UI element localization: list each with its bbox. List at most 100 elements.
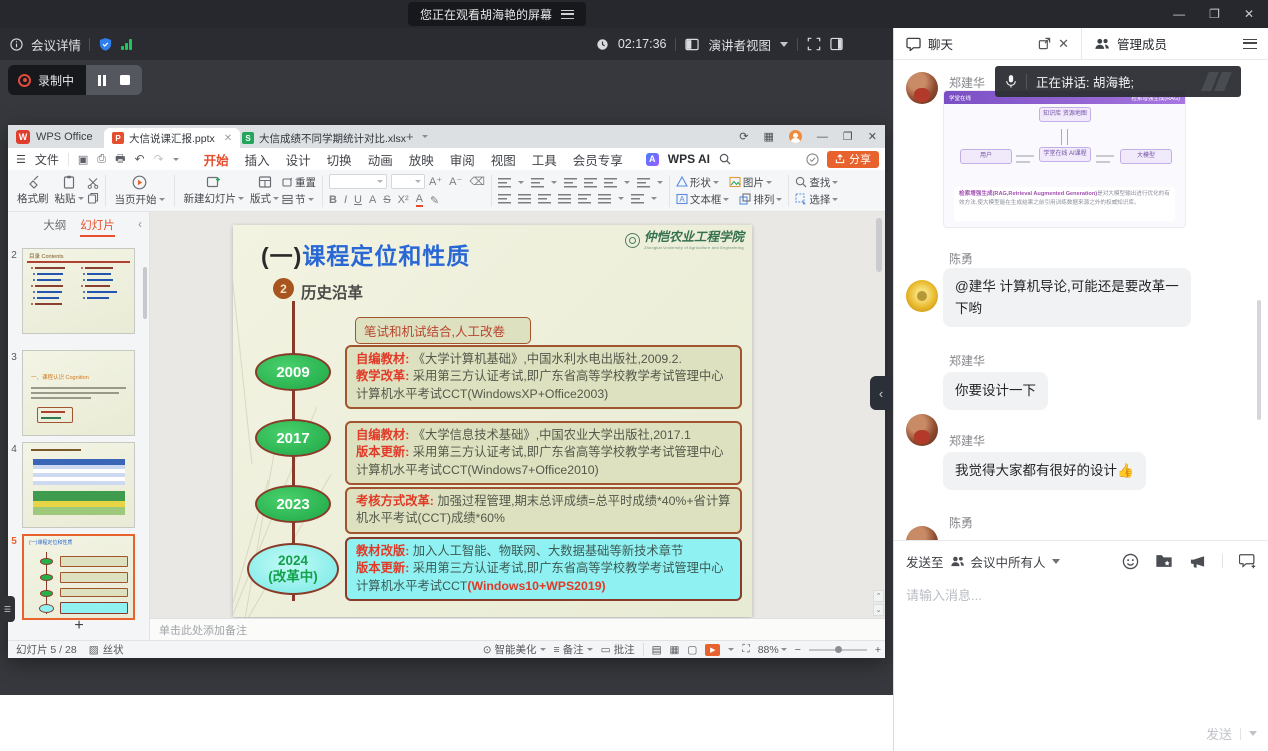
ribbon-tab-slideshow[interactable]: 放映 — [409, 150, 434, 169]
tab-spreadsheet[interactable]: S 大信成绩不同学期统计对比.xlsx — [234, 128, 414, 148]
font-family-select[interactable] — [329, 174, 387, 189]
format-painter-button[interactable]: 格式刷 — [14, 175, 52, 206]
align-left-icon[interactable] — [498, 193, 511, 204]
ribbon-tab-member[interactable]: 会员专享 — [573, 150, 623, 169]
picture-button[interactable]: 图片 — [729, 175, 772, 190]
bullet-list-icon[interactable] — [498, 177, 511, 188]
panel-scrollbar[interactable] — [143, 267, 147, 319]
comments-button[interactable]: ▭批注 — [601, 642, 635, 657]
redo-icon[interactable]: ↷ — [154, 152, 164, 166]
wps-minimize-button[interactable]: — — [817, 131, 828, 143]
emoji-icon[interactable] — [1122, 553, 1139, 570]
ribbon-tab-design[interactable]: 设计 — [286, 150, 311, 169]
chevron-down-icon[interactable] — [780, 42, 788, 47]
play-from-current-button[interactable]: 当页开始 — [112, 175, 168, 207]
shadow-icon[interactable]: A — [369, 194, 376, 206]
search-icon[interactable] — [719, 153, 731, 165]
file-folder-icon[interactable] — [1155, 553, 1173, 569]
reset-button[interactable]: 重置 — [282, 175, 316, 190]
quickbar-chevron[interactable] — [173, 158, 179, 161]
edit-scrollbar[interactable] — [876, 218, 882, 272]
new-slide-button[interactable]: 新建幻灯片 — [181, 175, 248, 206]
workspace-icon[interactable]: ▦ — [764, 130, 774, 143]
align-right-icon[interactable] — [538, 193, 551, 204]
columns-icon[interactable] — [598, 193, 611, 204]
popout-icon[interactable] — [1038, 37, 1051, 50]
highlight-icon[interactable]: ✎ — [430, 194, 439, 207]
ribbon-tab-insert[interactable]: 插入 — [245, 150, 270, 169]
distribute-icon[interactable] — [578, 193, 591, 204]
font-color-icon[interactable]: A — [416, 193, 423, 207]
ribbon-tab-review[interactable]: 审阅 — [450, 150, 475, 169]
chevron-down-icon[interactable] — [1052, 559, 1060, 564]
meeting-details-link[interactable]: 会议详情 — [31, 35, 81, 54]
sync-icon[interactable]: ⟳ — [739, 130, 748, 143]
zoom-out-button[interactable]: − — [795, 644, 801, 656]
shapes-button[interactable]: 形状 — [676, 175, 719, 190]
send-options-chevron[interactable] — [1249, 731, 1257, 736]
fit-window-icon[interactable]: ⛶ — [742, 643, 749, 656]
underline-icon[interactable]: U — [354, 194, 362, 206]
chat-scrollbar[interactable] — [1257, 300, 1261, 420]
ribbon-tab-animation[interactable]: 动画 — [368, 150, 393, 169]
textbox-button[interactable]: A文本框 — [676, 192, 730, 207]
zoom-level[interactable]: 88% — [758, 644, 787, 656]
tab-slides[interactable]: 幻灯片 — [80, 217, 115, 233]
ribbon-tab-tools[interactable]: 工具 — [532, 150, 557, 169]
slide-thumbnail-2[interactable]: 目录 Contents — [22, 248, 135, 334]
notes-button[interactable]: ≡备注 — [554, 642, 593, 657]
megaphone-icon[interactable] — [1189, 553, 1206, 569]
arrange-button[interactable]: 排列 — [739, 192, 782, 207]
wps-home-tab[interactable]: W WPS Office — [8, 125, 105, 148]
view-mode-selector[interactable]: 演讲者视图 — [708, 35, 771, 54]
message-input[interactable]: 请输入消息... — [906, 585, 982, 604]
members-title[interactable]: 管理成员 — [1117, 34, 1167, 53]
number-list-icon[interactable] — [531, 177, 544, 188]
slide-canvas[interactable]: (一)课程定位和性质 仲恺农业工程学院 Zhongkai University … — [233, 225, 752, 617]
justify-icon[interactable] — [558, 193, 571, 204]
slide-thumbnail-5[interactable]: (一)课程定位和性质 — [22, 534, 135, 620]
slide-thumbnail-3[interactable]: 一、课程认识 Cognition — [22, 350, 135, 436]
italic-icon[interactable]: I — [344, 194, 347, 206]
ribbon-tab-transition[interactable]: 切换 — [327, 150, 352, 169]
close-tab-icon[interactable]: ✕ — [224, 133, 232, 144]
side-panel-icon[interactable] — [830, 37, 843, 51]
pause-recording-button[interactable] — [98, 75, 106, 86]
collapse-sidebar-handle[interactable]: ‹ — [870, 376, 892, 410]
send-button[interactable]: 发送 — [1206, 724, 1232, 743]
indent-icon[interactable] — [584, 177, 597, 188]
beautify-button[interactable]: ⊙智能美化 — [483, 642, 546, 657]
share-button[interactable]: 分享 — [827, 151, 879, 168]
tab-list-chevron[interactable] — [422, 135, 428, 138]
find-button[interactable]: 查找 — [795, 175, 838, 190]
stop-recording-button[interactable] — [120, 75, 130, 85]
file-menu[interactable]: 文件 — [35, 151, 59, 168]
decrease-font-icon[interactable]: A⁻ — [449, 175, 462, 188]
wps-ai-label[interactable]: WPS AI — [668, 152, 710, 166]
wps-restore-button[interactable]: ❐ — [843, 130, 853, 143]
clear-format-icon[interactable]: ⌫ — [469, 175, 485, 188]
shared-image[interactable]: 学堂在线 检索增强生成(RAG) 知识库 资源地图 用户 学堂在线 AI课程 大… — [943, 90, 1186, 228]
send-target-selector[interactable]: 会议中所有人 — [971, 552, 1046, 571]
theme-indicator[interactable]: ▨丝状 — [89, 642, 124, 657]
menu-icon[interactable] — [1243, 39, 1257, 49]
tab-presentation[interactable]: P 大信说课汇报.pptx ✕ — [104, 128, 240, 148]
outdent-icon[interactable] — [564, 177, 577, 188]
docked-toolbar-handle[interactable]: ☰ — [0, 596, 15, 622]
save-icon[interactable]: ▣ — [78, 153, 88, 166]
close-panel-icon[interactable]: ✕ — [1058, 36, 1069, 52]
banner-menu-icon[interactable] — [561, 10, 574, 19]
zoom-in-button[interactable]: + — [875, 644, 881, 656]
chat-message-list[interactable]: 郑建华 学堂在线 检索增强生成(RAG) 知识库 资源地图 用户 学堂在线 AI… — [894, 60, 1268, 540]
network-signal-icon[interactable] — [121, 39, 132, 50]
close-button[interactable]: ✕ — [1244, 7, 1254, 21]
paragraph-layout-icon[interactable] — [631, 193, 644, 204]
strikethrough-icon[interactable]: S — [383, 194, 390, 206]
slide-thumbnail-4[interactable] — [22, 442, 135, 528]
previous-slide-button[interactable]: ⌃ — [873, 590, 884, 602]
reading-view-icon[interactable]: ▢ — [687, 644, 697, 656]
wps-ai-icon[interactable]: A — [646, 153, 659, 166]
notes-pane[interactable]: 单击此处添加备注 — [150, 618, 885, 640]
security-shield-icon[interactable] — [98, 37, 113, 52]
output-icon[interactable]: ⎙ — [97, 153, 106, 166]
